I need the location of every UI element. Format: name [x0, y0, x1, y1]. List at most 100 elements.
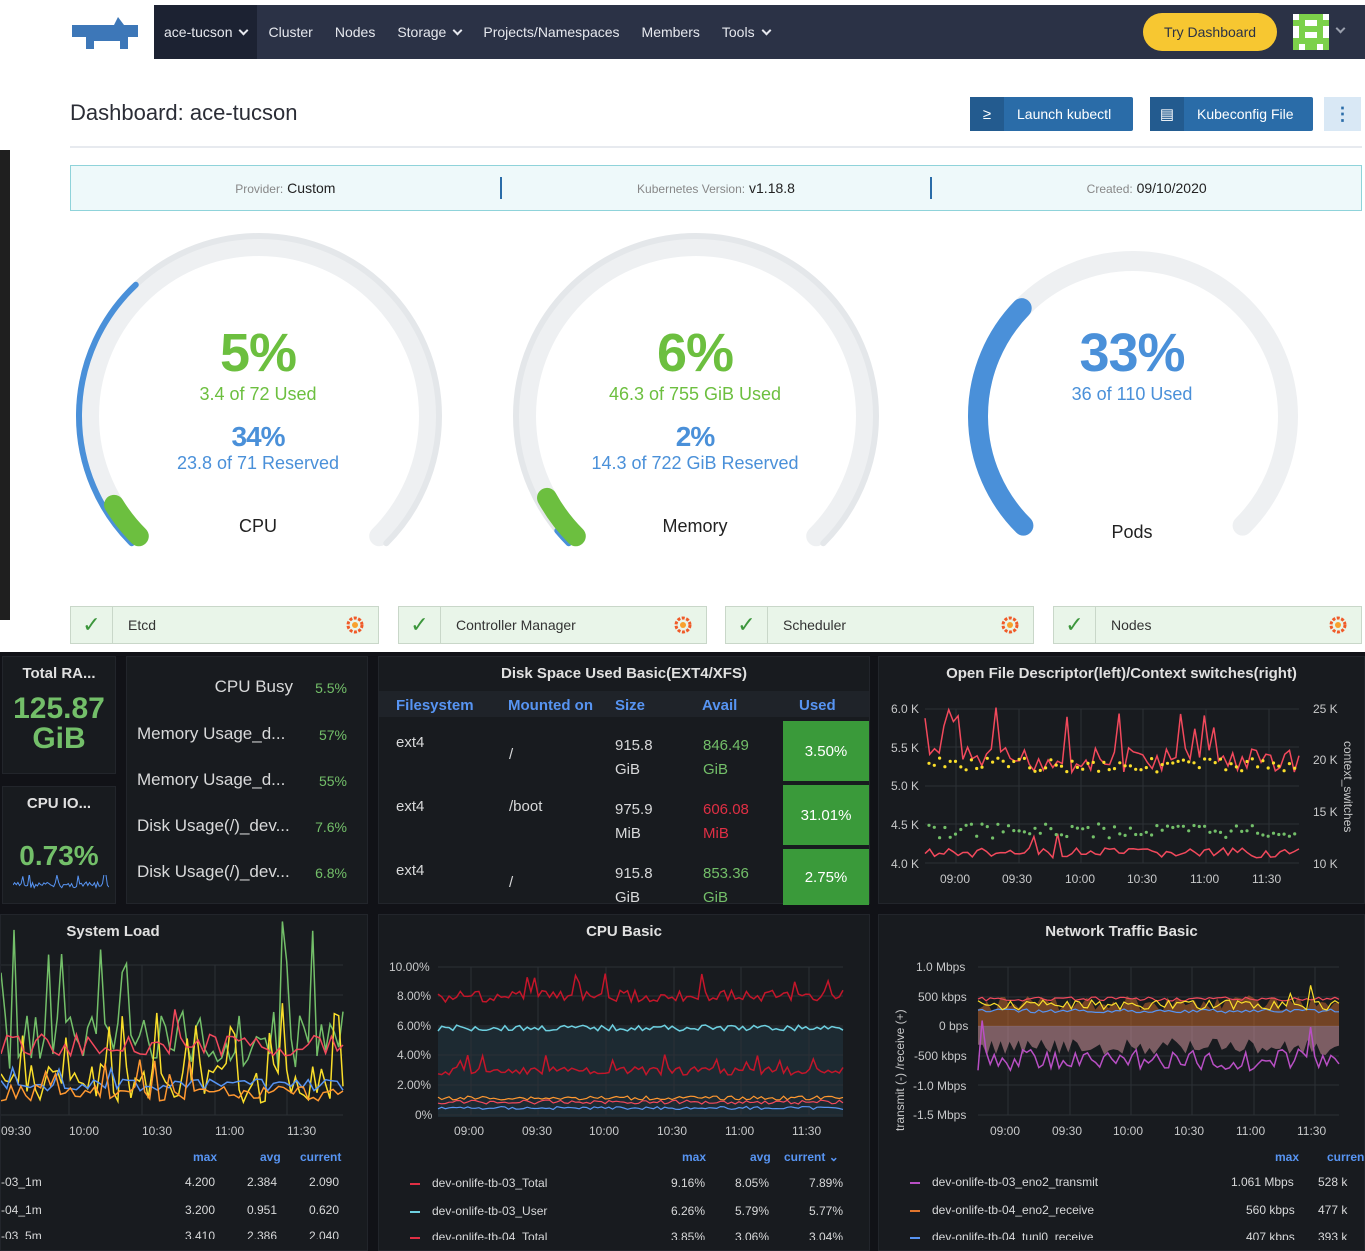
try-dashboard-button[interactable]: Try Dashboard: [1143, 13, 1277, 51]
network-traffic-panel[interactable]: Network Traffic Basic transmit (-) /rece…: [878, 914, 1365, 1251]
cpu-gauge-text: 5% 3.4 of 72 Used 34% 23.8 of 71 Reserve…: [78, 322, 438, 537]
legend-col-current[interactable]: current ⌄: [784, 1150, 839, 1164]
system-load-panel[interactable]: System Load 09:30 10:00 10:30 11:00 11:3…: [0, 914, 368, 1251]
chevron-down-icon: ⌄: [828, 1150, 839, 1164]
tick-label: 09:30: [1, 1124, 31, 1138]
tick-label: 10:00: [1065, 872, 1095, 886]
size-unit: GiB: [615, 889, 641, 906]
legend-col-current[interactable]: curren: [1327, 1150, 1364, 1164]
tick-label: 10.00%: [389, 960, 430, 974]
checkmark-icon: ✓: [1054, 607, 1096, 643]
grafana-icon[interactable]: [995, 615, 1025, 635]
fs-cell: ext4: [396, 798, 425, 815]
axis-label: transmit (-) /receive (+): [893, 1009, 907, 1131]
tick-label: 4.00%: [397, 1048, 431, 1062]
k8s-value: v1.18.8: [749, 180, 795, 196]
legend-col-max[interactable]: max: [193, 1150, 217, 1164]
nav-storage[interactable]: Storage: [386, 5, 472, 59]
total-ram-panel[interactable]: Total RA... 125.87 GiB: [2, 656, 116, 774]
bar-label: Memory Usage_d...: [137, 724, 286, 743]
chevron-down-icon: [761, 25, 772, 35]
checkmark-icon: ✓: [399, 607, 441, 643]
cpu-label: CPU: [238, 516, 277, 536]
kubeconfig-label: Kubeconfig File: [1197, 106, 1294, 122]
series-line: [924, 707, 1300, 775]
col-avail[interactable]: Avail: [702, 697, 737, 714]
etcd-status[interactable]: ✓ Etcd: [70, 606, 379, 644]
legend-max: 3.410: [185, 1229, 216, 1239]
legend-current: 528 k: [1318, 1175, 1348, 1189]
legend-row[interactable]: dev-onlife-tb-04_tunl0_receive 407 kbps …: [879, 1230, 1365, 1240]
legend-col-current[interactable]: current: [300, 1150, 341, 1164]
mount-cell: /boot: [509, 798, 543, 815]
legend-avg: 8.05%: [735, 1176, 770, 1190]
tick-label: 5.5 K: [891, 741, 919, 755]
nav-tools[interactable]: Tools: [711, 5, 781, 59]
legend-col-max[interactable]: max: [1275, 1150, 1299, 1164]
axis-label: context_switches: [1341, 741, 1355, 832]
col-filesystem[interactable]: Filesystem: [396, 697, 474, 714]
cluster-switcher[interactable]: ace-tucson: [154, 5, 258, 59]
table-row: ext4 /boot 975.9 MiB 606.08 MiB 31.01%: [379, 783, 869, 845]
legend-row[interactable]: dev-onlife-tb-04_Total 3.85% 3.06% 3.04%: [379, 1230, 869, 1240]
mount-cell: /: [509, 874, 514, 891]
col-size[interactable]: Size: [615, 697, 645, 714]
bar-value: 7.6%: [315, 819, 347, 835]
avail-cell: 846.49 GiB: [703, 734, 749, 782]
legend-row[interactable]: -03_5m 3.410 2.386 2.040: [1, 1229, 369, 1239]
tick-label: -1.0 Mbps: [913, 1079, 966, 1093]
controller-manager-status[interactable]: ✓ Controller Manager: [398, 606, 707, 644]
nav-tools-label: Tools: [721, 24, 755, 40]
grafana-icon[interactable]: [340, 615, 370, 635]
legend-name: dev-onlife-tb-04_eno2_receive: [932, 1203, 1095, 1217]
legend-col-avg[interactable]: avg: [750, 1150, 771, 1164]
legend-swatch: [410, 1211, 420, 1213]
tick-label: 6.00%: [397, 1019, 431, 1033]
size-unit: GiB: [615, 761, 641, 778]
col-used[interactable]: Used: [799, 697, 836, 714]
legend-current: 2.040: [309, 1229, 340, 1239]
legend-col-avg[interactable]: avg: [260, 1150, 281, 1164]
more-actions-button[interactable]: ⋮: [1324, 97, 1361, 131]
avail-cell: 606.08 MiB: [703, 798, 749, 846]
legend-max: 407 kbps: [1246, 1230, 1295, 1240]
legend-max: 3.200: [185, 1203, 216, 1217]
pods-label: Pods: [1111, 522, 1153, 542]
grafana-icon[interactable]: [668, 615, 698, 635]
rancher-logo-icon[interactable]: [70, 15, 142, 51]
size-cell: 975.9 MiB: [615, 798, 653, 846]
launch-kubectl-label: Launch kubectl: [1017, 106, 1112, 122]
legend-max: 560 kbps: [1246, 1203, 1295, 1217]
legend-current: 2.090: [309, 1175, 340, 1189]
tick-label: -500 kbps: [914, 1049, 967, 1063]
col-mounted-on[interactable]: Mounted on: [508, 697, 593, 714]
launch-kubectl-button[interactable]: ≥ Launch kubectl: [970, 97, 1133, 131]
cpu-basic-chart: 10.00% 8.00% 6.00% 4.00% 2.00% 0% 09:00 …: [389, 960, 844, 1138]
bar-label: CPU Busy: [214, 677, 293, 696]
kubeconfig-file-button[interactable]: ▤ Kubeconfig File: [1150, 97, 1313, 131]
nav-cluster[interactable]: Cluster: [257, 5, 323, 59]
tick-label: 4.0 K: [891, 857, 919, 871]
disk-space-panel[interactable]: Disk Space Used Basic(EXT4/XFS) Filesyst…: [378, 656, 870, 906]
used-cell: 31.01%: [783, 785, 869, 845]
tick-label: 11:00: [725, 1124, 754, 1138]
legend-max: 1.061 Mbps: [1231, 1175, 1294, 1189]
cpu-io-sparkline: [13, 875, 109, 890]
legend-avg: 5.79%: [735, 1204, 770, 1218]
nav-projects[interactable]: Projects/Namespaces: [472, 5, 630, 59]
cpu-basic-panel[interactable]: CPU Basic 10.00% 8.00% 6.00% 4.00% 2.00%…: [378, 914, 870, 1251]
cpu-iowait-panel[interactable]: CPU IO... 0.73%: [2, 786, 116, 904]
open-file-descriptor-panel[interactable]: Open File Descriptor(left)/Context switc…: [878, 656, 1365, 904]
user-avatar[interactable]: [1293, 14, 1329, 50]
fs-cell: ext4: [396, 862, 425, 879]
nodes-status[interactable]: ✓ Nodes: [1053, 606, 1362, 644]
nav-members[interactable]: Members: [631, 5, 711, 59]
legend-swatch: [410, 1237, 420, 1239]
scheduler-status[interactable]: ✓ Scheduler: [725, 606, 1034, 644]
account-chevron-icon[interactable]: [1335, 23, 1346, 34]
nav-nodes[interactable]: Nodes: [324, 5, 386, 59]
grafana-icon[interactable]: [1323, 615, 1353, 635]
legend-col-max[interactable]: max: [682, 1150, 706, 1164]
pods-used-percent: 33%: [1079, 323, 1185, 383]
usage-bar-gauges-panel[interactable]: CPU Busy 5.5% Memory Usage_d... 57% Memo…: [126, 656, 368, 904]
